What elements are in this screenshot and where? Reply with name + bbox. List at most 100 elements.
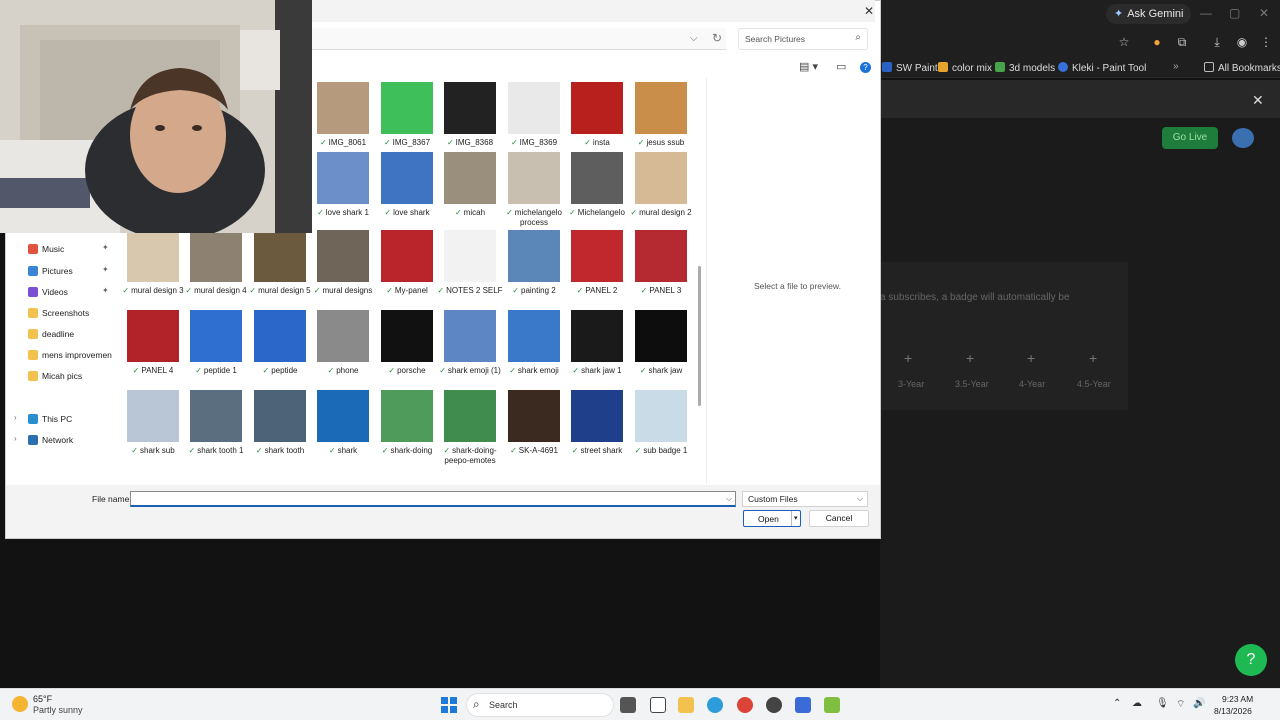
window-close-icon[interactable]: ✕ xyxy=(1259,6,1269,20)
studio-close-icon[interactable]: ✕ xyxy=(1252,92,1266,109)
puzzle-icon[interactable]: ⧉ xyxy=(1175,35,1189,49)
weather-sun-icon[interactable] xyxy=(12,696,28,712)
file-explorer-icon[interactable] xyxy=(678,697,694,713)
volume-icon[interactable]: 🔊 xyxy=(1193,698,1205,709)
weather-description[interactable]: Partly sunny xyxy=(33,705,83,715)
file-item[interactable]: ✓ mural design 5 xyxy=(249,230,311,306)
notepad-icon[interactable] xyxy=(650,697,666,713)
weather-temperature[interactable]: 65°F xyxy=(33,694,52,704)
bookmarks-overflow-icon[interactable]: » xyxy=(1173,61,1179,72)
file-item[interactable]: ✓ IMG_8368 xyxy=(439,82,501,158)
tray-overflow-icon[interactable]: ⌃ xyxy=(1113,698,1121,709)
chevron-right-icon[interactable]: › xyxy=(14,434,17,443)
help-icon[interactable]: ? xyxy=(860,62,871,73)
file-item[interactable]: ✓ sub badge 1 xyxy=(630,390,692,466)
nav-item-deadline[interactable]: deadline xyxy=(6,326,116,344)
file-item[interactable]: ✓ phone xyxy=(312,310,374,386)
nav-item-screenshots[interactable]: Screenshots xyxy=(6,305,116,323)
address-bar[interactable] xyxy=(312,28,726,50)
file-item[interactable]: ✓ peptide 1 xyxy=(185,310,247,386)
maximize-icon[interactable]: ▢ xyxy=(1229,6,1240,20)
obs-icon[interactable] xyxy=(766,697,782,713)
menu-kebab-icon[interactable]: ⋮ xyxy=(1259,35,1273,49)
file-item[interactable]: ✓ Michelangelo xyxy=(566,152,628,228)
app-stack-icon[interactable] xyxy=(824,697,840,713)
file-name-input[interactable] xyxy=(130,491,736,507)
nav-item-network[interactable]: › Network xyxy=(6,432,116,450)
file-item[interactable]: ✓ mural design 2 xyxy=(630,152,692,228)
task-view-icon[interactable] xyxy=(620,697,636,713)
bookmark-3d-models[interactable]: 3d models xyxy=(995,62,1055,74)
file-item[interactable]: ✓ shark-doing xyxy=(376,390,438,466)
file-item[interactable]: ✓ shark-doing-peepo-emotes xyxy=(439,390,501,466)
bookmark-color-mix[interactable]: color mix xyxy=(938,62,992,74)
extension-icon[interactable]: ● xyxy=(1150,35,1164,49)
add-badge-icon[interactable]: + xyxy=(904,350,912,366)
file-item[interactable]: ✓ shark emoji (1) xyxy=(439,310,501,386)
add-badge-icon[interactable]: + xyxy=(1027,350,1035,366)
file-item[interactable]: ✓ shark emoji xyxy=(503,310,565,386)
cancel-button[interactable]: Cancel xyxy=(809,510,869,527)
file-item[interactable]: ✓ PANEL 4 xyxy=(122,310,184,386)
file-item[interactable]: ✓ mural designs xyxy=(312,230,374,306)
view-options-icon[interactable]: ▤ ▾ xyxy=(799,60,818,73)
clock-date[interactable]: 8/13/2026 xyxy=(1214,706,1252,716)
support-chat-icon[interactable]: ? xyxy=(1235,644,1267,676)
nav-item-mens-improvemen[interactable]: mens improvemen xyxy=(6,347,116,365)
cloud-icon[interactable]: ☁ xyxy=(1132,698,1142,709)
file-item[interactable]: ✓ shark tooth xyxy=(249,390,311,466)
app-icon[interactable] xyxy=(795,697,811,713)
add-badge-icon[interactable]: + xyxy=(966,350,974,366)
file-item[interactable]: ✓ mural design 3 xyxy=(122,230,184,306)
go-live-button[interactable]: Go Live xyxy=(1162,127,1218,149)
file-item[interactable]: ✓ IMG_8061 xyxy=(312,82,374,158)
file-item[interactable]: ✓ IMG_8369 xyxy=(503,82,565,158)
file-item[interactable]: ✓ mural design 4 xyxy=(185,230,247,306)
bookmark-kleki[interactable]: Kleki - Paint Tool xyxy=(1058,62,1146,74)
file-item[interactable]: ✓ insta xyxy=(566,82,628,158)
dialog-close-icon[interactable]: ✕ xyxy=(864,4,874,18)
file-item[interactable]: ✓ PANEL 2 xyxy=(566,230,628,306)
channel-avatar[interactable] xyxy=(1232,128,1254,148)
file-item[interactable]: ✓ peptide xyxy=(249,310,311,386)
file-item[interactable]: ✓ shark jaw xyxy=(630,310,692,386)
file-item[interactable]: ✓ painting 2 xyxy=(503,230,565,306)
clock-time[interactable]: 9:23 AM xyxy=(1222,694,1253,704)
file-item[interactable]: ✓ jesus ssub xyxy=(630,82,692,158)
file-item[interactable]: ✓ love shark xyxy=(376,152,438,228)
file-item[interactable]: ✓ IMG_8367 xyxy=(376,82,438,158)
open-button[interactable]: Open ▾ xyxy=(743,510,801,527)
file-item[interactable]: ✓ micah xyxy=(439,152,501,228)
all-bookmarks-button[interactable]: All Bookmarks xyxy=(1204,62,1280,74)
chevron-right-icon[interactable]: › xyxy=(14,413,17,422)
chevron-down-icon[interactable]: ⌵ xyxy=(726,494,732,504)
search-pictures-input[interactable]: Search Pictures ⌕ xyxy=(738,28,868,50)
minimize-icon[interactable]: — xyxy=(1200,6,1212,20)
wifi-icon[interactable]: ⌔ xyxy=(1176,698,1185,711)
ask-gemini-button[interactable]: ✦ Ask Gemini xyxy=(1106,4,1192,24)
file-item[interactable]: ✓ shark sub xyxy=(122,390,184,466)
dropdown-arrow-icon[interactable]: ▾ xyxy=(794,514,798,522)
chrome-icon[interactable] xyxy=(737,697,753,713)
file-item[interactable]: ✓ My-panel xyxy=(376,230,438,306)
profile-icon[interactable]: ◉ xyxy=(1235,35,1249,49)
add-badge-icon[interactable]: + xyxy=(1089,350,1097,366)
star-icon[interactable]: ☆ xyxy=(1117,35,1131,49)
mic-icon[interactable]: 🎙 xyxy=(1156,698,1169,709)
file-item[interactable]: ✓ shark tooth 1 xyxy=(185,390,247,466)
grid-scrollbar[interactable] xyxy=(698,266,701,406)
file-item[interactable]: ✓ shark jaw 1 xyxy=(566,310,628,386)
nav-item-pictures[interactable]: Pictures ✦ xyxy=(6,263,116,281)
file-item[interactable]: ✓ porsche xyxy=(376,310,438,386)
file-item[interactable]: ✓ SK-A-4691 xyxy=(503,390,565,466)
file-item[interactable]: ✓ michelangelo process xyxy=(503,152,565,228)
download-icon[interactable]: ⤓ xyxy=(1210,35,1224,49)
file-item[interactable]: ✓ shark xyxy=(312,390,374,466)
file-item[interactable]: ✓ PANEL 3 xyxy=(630,230,692,306)
start-button-icon[interactable] xyxy=(441,697,457,713)
bookmark-sw-paint[interactable]: SW Paint xyxy=(882,62,938,74)
nav-item-videos[interactable]: Videos ✦ xyxy=(6,284,116,302)
file-item[interactable]: ✓ street shark xyxy=(566,390,628,466)
chevron-down-icon[interactable]: ⌵ xyxy=(690,33,698,44)
file-type-select[interactable]: Custom Files ⌵ xyxy=(742,491,868,507)
